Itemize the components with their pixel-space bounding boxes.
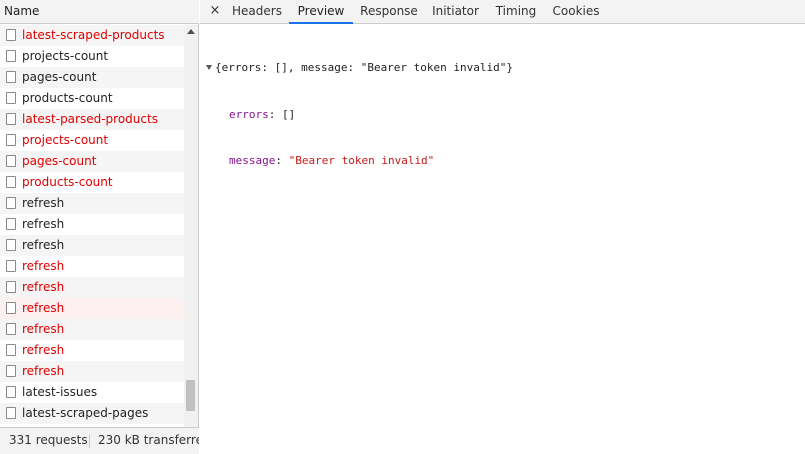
- tab-response[interactable]: Response: [357, 0, 421, 23]
- request-name: refresh: [22, 238, 65, 252]
- request-name: refresh: [22, 322, 65, 336]
- request-name: latest-parsed-products: [22, 112, 158, 126]
- request-name: refresh: [22, 343, 65, 357]
- network-summary-bar: 331 requests 230 kB transferred: [0, 427, 199, 454]
- request-list: latest-scraped-products projects-count pag…: [0, 25, 184, 427]
- request-row[interactable]: refresh: [0, 235, 184, 256]
- document-icon: [6, 386, 16, 398]
- json-root-line[interactable]: {errors: [], message: "Bearer token inva…: [206, 60, 513, 76]
- json-message-line: message: "Bearer token invalid": [229, 154, 435, 167]
- document-icon: [6, 239, 16, 251]
- document-icon: [6, 113, 16, 125]
- request-row[interactable]: refresh: [0, 214, 184, 235]
- document-icon: [6, 71, 16, 83]
- expand-arrow-icon[interactable]: [206, 65, 212, 70]
- document-icon: [6, 176, 16, 188]
- summary-divider: [89, 434, 90, 448]
- request-row[interactable]: projects-count: [0, 130, 184, 151]
- document-icon: [6, 323, 16, 335]
- request-row[interactable]: pages-count: [0, 151, 184, 172]
- request-name: products-count: [22, 91, 113, 105]
- request-row[interactable]: refresh: [0, 277, 184, 298]
- request-name: refresh: [22, 196, 65, 210]
- request-row[interactable]: refresh: [0, 298, 184, 319]
- json-errors-line: errors: []: [229, 107, 296, 121]
- request-name: products-count: [22, 175, 113, 189]
- scroll-thumb[interactable]: [186, 380, 195, 411]
- transferred-size: 230 kB transferred: [98, 433, 199, 447]
- request-row[interactable]: latest-scraped-pages: [0, 403, 184, 424]
- request-name: latest-scraped-products: [22, 28, 165, 42]
- request-name: latest-scraped-pages: [22, 406, 149, 420]
- json-preview: {errors: [], message: "Bearer token inva…: [206, 29, 513, 200]
- request-row[interactable]: latest-scraped-products: [0, 25, 184, 46]
- document-icon: [6, 50, 16, 62]
- request-name: refresh: [22, 301, 65, 315]
- json-key-errors: errors: [229, 107, 269, 121]
- request-name: pages-count: [22, 70, 97, 84]
- request-row[interactable]: projects-count: [0, 46, 184, 67]
- document-icon: [6, 365, 16, 377]
- request-name: refresh: [22, 364, 65, 378]
- json-summary: {errors: [], message: "Bearer token inva…: [215, 61, 514, 74]
- document-icon: [6, 197, 16, 209]
- tab-preview[interactable]: Preview: [289, 0, 353, 24]
- name-column-header[interactable]: Name: [0, 0, 199, 24]
- request-list-panel: Name latest-scraped-products projects-cou…: [0, 0, 199, 454]
- request-name: projects-count: [22, 49, 109, 63]
- close-icon[interactable]: ×: [208, 0, 222, 23]
- request-list-scrollbar[interactable]: [184, 25, 198, 427]
- request-name: refresh: [22, 217, 65, 231]
- document-icon: [6, 407, 16, 419]
- json-key-message: message: [229, 154, 276, 167]
- request-row[interactable]: pages-count: [0, 67, 184, 88]
- request-detail-panel: × Headers Preview Response Initiator Tim…: [200, 0, 805, 454]
- request-name: refresh: [22, 259, 65, 273]
- document-icon: [6, 302, 16, 314]
- tab-initiator[interactable]: Initiator: [428, 0, 483, 23]
- document-icon: [6, 260, 16, 272]
- tab-cookies[interactable]: Cookies: [549, 0, 603, 23]
- detail-tab-bar: × Headers Preview Response Initiator Tim…: [200, 0, 805, 24]
- document-icon: [6, 155, 16, 167]
- request-count: 331 requests: [9, 433, 88, 447]
- json-value-message: "Bearer token invalid": [288, 154, 435, 167]
- document-icon: [6, 134, 16, 146]
- request-row[interactable]: products-count: [0, 88, 184, 109]
- request-row[interactable]: latest-issues: [0, 382, 184, 403]
- document-icon: [6, 92, 16, 104]
- request-name: refresh: [22, 280, 65, 294]
- scroll-up-arrow-icon[interactable]: [187, 29, 195, 34]
- request-name: projects-count: [22, 133, 109, 147]
- request-row[interactable]: refresh: [0, 256, 184, 277]
- request-row[interactable]: products-count: [0, 172, 184, 193]
- request-row[interactable]: latest-parsed-products: [0, 109, 184, 130]
- devtools-network-panel: Name latest-scraped-products projects-cou…: [0, 0, 805, 454]
- request-row[interactable]: refresh: [0, 193, 184, 214]
- tab-headers[interactable]: Headers: [230, 0, 284, 23]
- request-name: latest-issues: [22, 385, 98, 399]
- document-icon: [6, 281, 16, 293]
- request-row[interactable]: refresh: [0, 319, 184, 340]
- document-icon: [6, 344, 16, 356]
- request-row[interactable]: refresh: [0, 340, 184, 361]
- request-row[interactable]: refresh: [0, 361, 184, 382]
- request-name: pages-count: [22, 154, 97, 168]
- document-icon: [6, 29, 16, 41]
- document-icon: [6, 218, 16, 230]
- tab-timing[interactable]: Timing: [492, 0, 540, 23]
- json-value-errors: []: [282, 107, 296, 121]
